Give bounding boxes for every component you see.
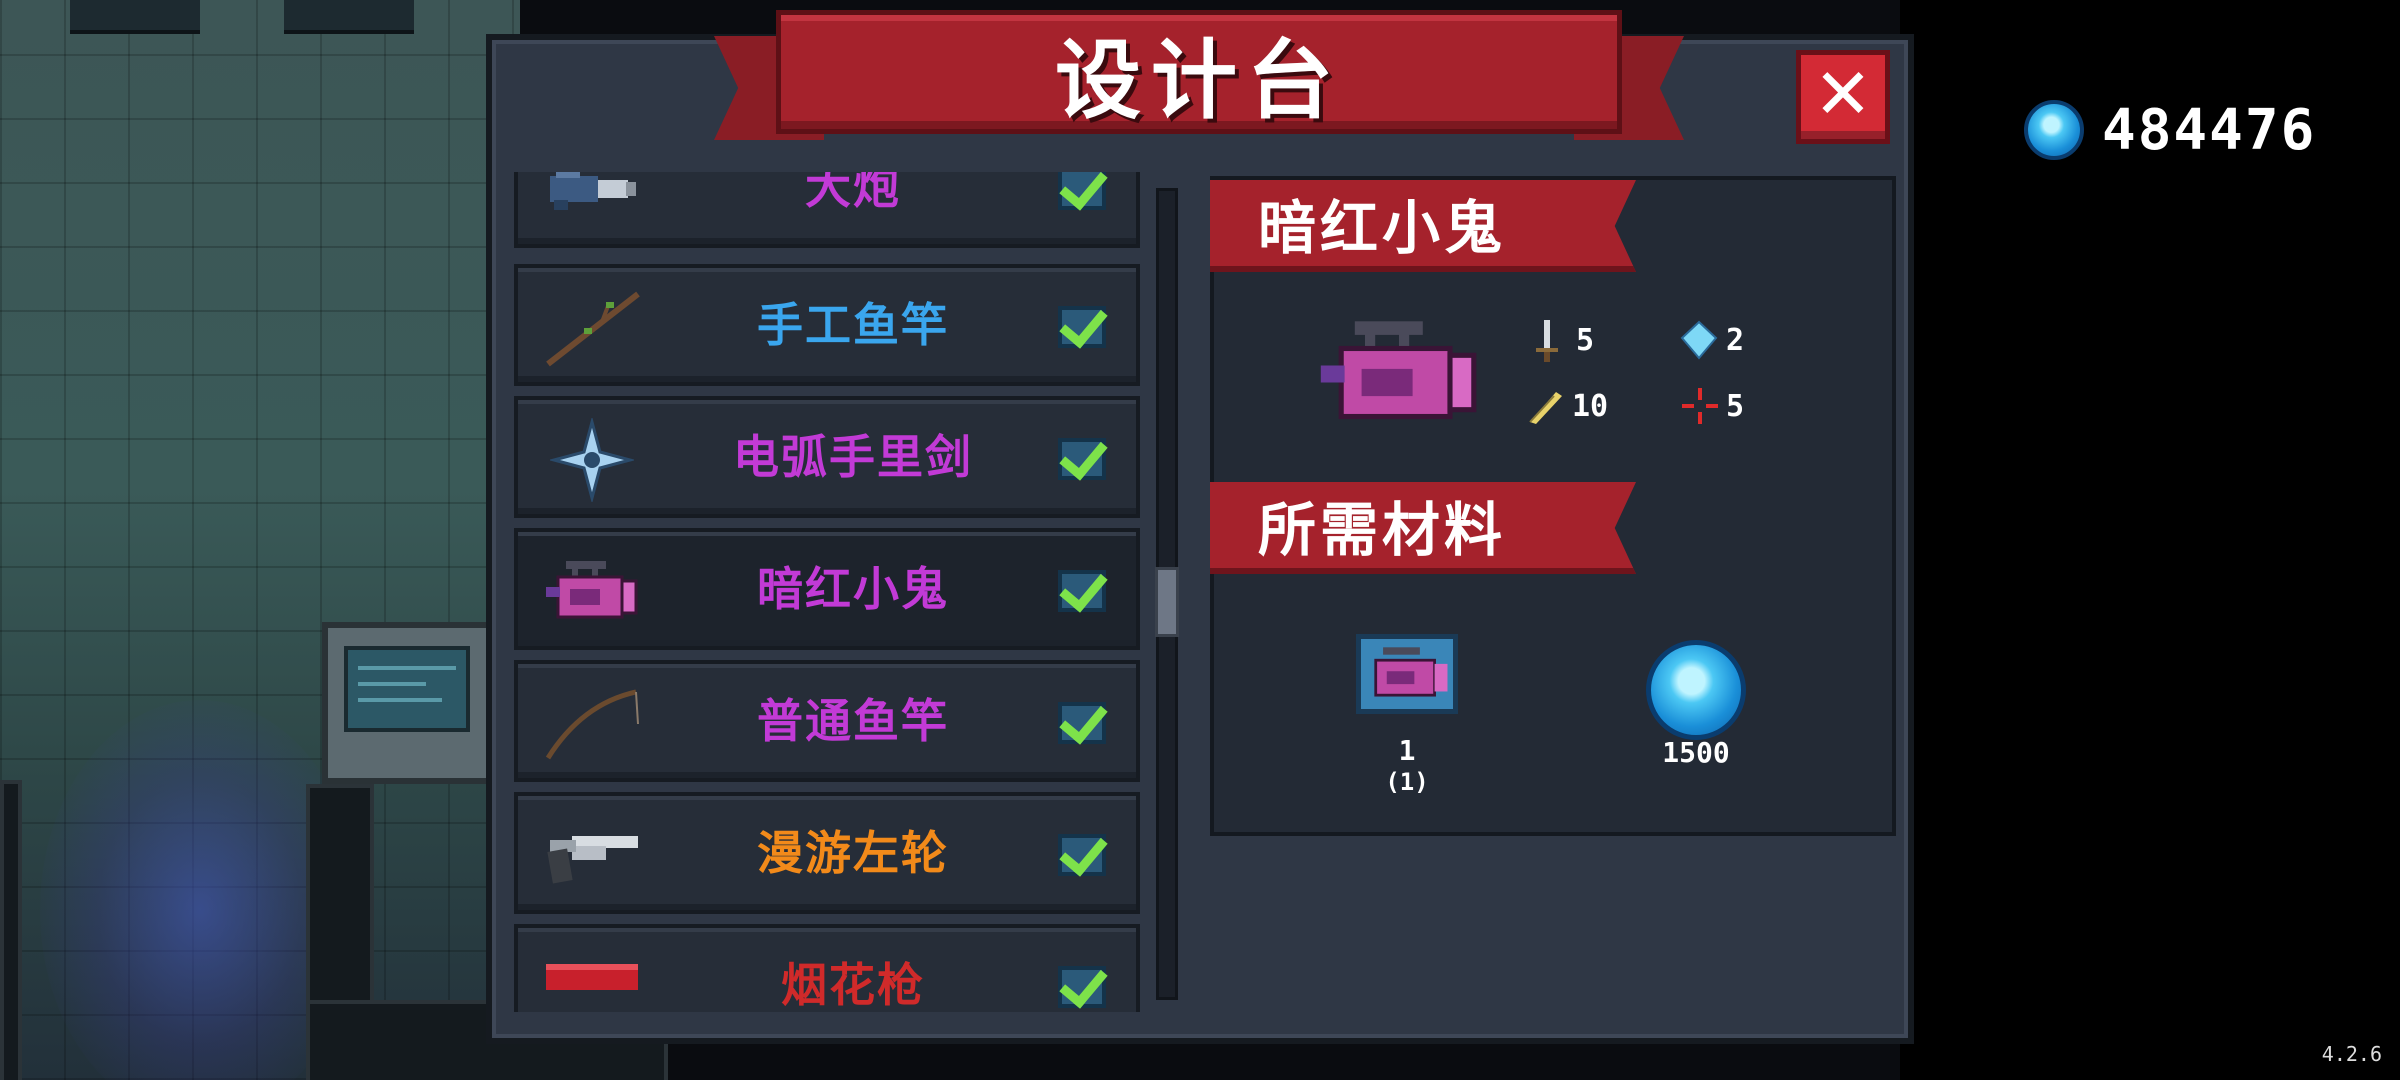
title-banner: 设计台 bbox=[714, 10, 1684, 150]
materials-banner: 所需材料 bbox=[1210, 482, 1636, 574]
firework-gun-icon bbox=[538, 950, 646, 1012]
item-name: 暗红小鬼 bbox=[757, 562, 949, 616]
energy-crystal-icon bbox=[1680, 320, 1718, 360]
stat-damage: 5 bbox=[1530, 320, 1595, 362]
page-title: 设计台 bbox=[1055, 30, 1343, 131]
crosshair-icon bbox=[1680, 386, 1718, 426]
selected-item-name: 暗红小鬼 bbox=[1258, 194, 1507, 262]
list-item[interactable]: 电弧手里剑 bbox=[514, 396, 1140, 518]
material-gem[interactable] bbox=[1646, 640, 1746, 740]
wall-block bbox=[70, 0, 200, 34]
list-item[interactable]: 手工鱼竿 bbox=[514, 264, 1140, 386]
item-name: 电弧手里剑 bbox=[733, 430, 973, 484]
revolver-icon bbox=[538, 818, 646, 894]
blueprint-icon bbox=[1374, 647, 1448, 697]
shuriken-icon bbox=[538, 418, 646, 502]
handmade-rod-icon bbox=[538, 290, 646, 367]
list-item[interactable]: 漫游左轮 bbox=[514, 792, 1140, 914]
gem-icon bbox=[2024, 100, 2084, 160]
computer-terminal[interactable] bbox=[322, 622, 494, 784]
title-ribbon: 设计台 bbox=[776, 10, 1622, 134]
list-scrollbar[interactable] bbox=[1155, 188, 1179, 1000]
wall-block bbox=[284, 0, 414, 34]
selected-item-image bbox=[1314, 312, 1484, 436]
material-owned: (1) bbox=[1385, 768, 1429, 796]
checkbox[interactable] bbox=[1058, 306, 1106, 348]
close-icon: ✕ bbox=[1813, 53, 1873, 135]
item-name: 普通鱼竿 bbox=[757, 694, 949, 748]
wall-pillar bbox=[0, 780, 22, 1080]
materials-heading: 所需材料 bbox=[1258, 496, 1507, 564]
checkbox[interactable] bbox=[1058, 966, 1106, 1008]
list-item-selected[interactable]: 暗红小鬼 bbox=[514, 528, 1140, 650]
item-name: 烟花枪 bbox=[781, 958, 925, 1012]
material-blueprint[interactable] bbox=[1356, 634, 1458, 714]
crimson-imp-icon bbox=[1320, 321, 1477, 420]
stat-energy-value: 2 bbox=[1726, 322, 1745, 358]
cannon-icon bbox=[538, 172, 646, 228]
currency-value: 484476 bbox=[2102, 97, 2317, 163]
material-count: 1500 bbox=[1662, 736, 1730, 769]
weapon-list[interactable]: 大炮 手工鱼竿 电弧手里剑 暗红小鬼 普通鱼竿 漫游左轮 烟花枪 bbox=[514, 172, 1148, 1012]
currency-display: 484476 bbox=[2024, 90, 2316, 170]
checkbox[interactable] bbox=[1058, 570, 1106, 612]
checkbox[interactable] bbox=[1058, 438, 1106, 480]
scrollbar-thumb[interactable] bbox=[1155, 567, 1179, 637]
stat-damage-value: 5 bbox=[1576, 322, 1595, 358]
item-name: 手工鱼竿 bbox=[757, 298, 949, 352]
stat-speed-value: 10 bbox=[1572, 388, 1609, 424]
stat-speed: 10 bbox=[1526, 386, 1608, 426]
fishing-rod-icon bbox=[538, 686, 646, 762]
list-item[interactable]: 普通鱼竿 bbox=[514, 660, 1140, 782]
version-label: 4.2.6 bbox=[2321, 1042, 2382, 1066]
terminal-screen bbox=[344, 646, 470, 732]
close-button[interactable]: ✕ bbox=[1796, 50, 1890, 144]
list-item[interactable]: 大炮 bbox=[514, 172, 1140, 248]
list-item[interactable]: 烟花枪 bbox=[514, 924, 1140, 1012]
stat-crit-value: 5 bbox=[1726, 388, 1745, 424]
stat-crit: 5 bbox=[1680, 386, 1744, 426]
checkbox[interactable] bbox=[1058, 172, 1106, 210]
item-name: 大炮 bbox=[805, 172, 901, 214]
stat-energy: 2 bbox=[1680, 320, 1744, 360]
sword-icon bbox=[1530, 320, 1564, 362]
item-name: 漫游左轮 bbox=[757, 826, 949, 880]
checkbox[interactable] bbox=[1058, 702, 1106, 744]
checkbox[interactable] bbox=[1058, 834, 1106, 876]
material-count: 1 bbox=[1398, 734, 1416, 767]
item-name-banner: 暗红小鬼 bbox=[1210, 180, 1636, 272]
crimson-imp-icon bbox=[538, 554, 646, 630]
feather-icon bbox=[1526, 386, 1562, 426]
